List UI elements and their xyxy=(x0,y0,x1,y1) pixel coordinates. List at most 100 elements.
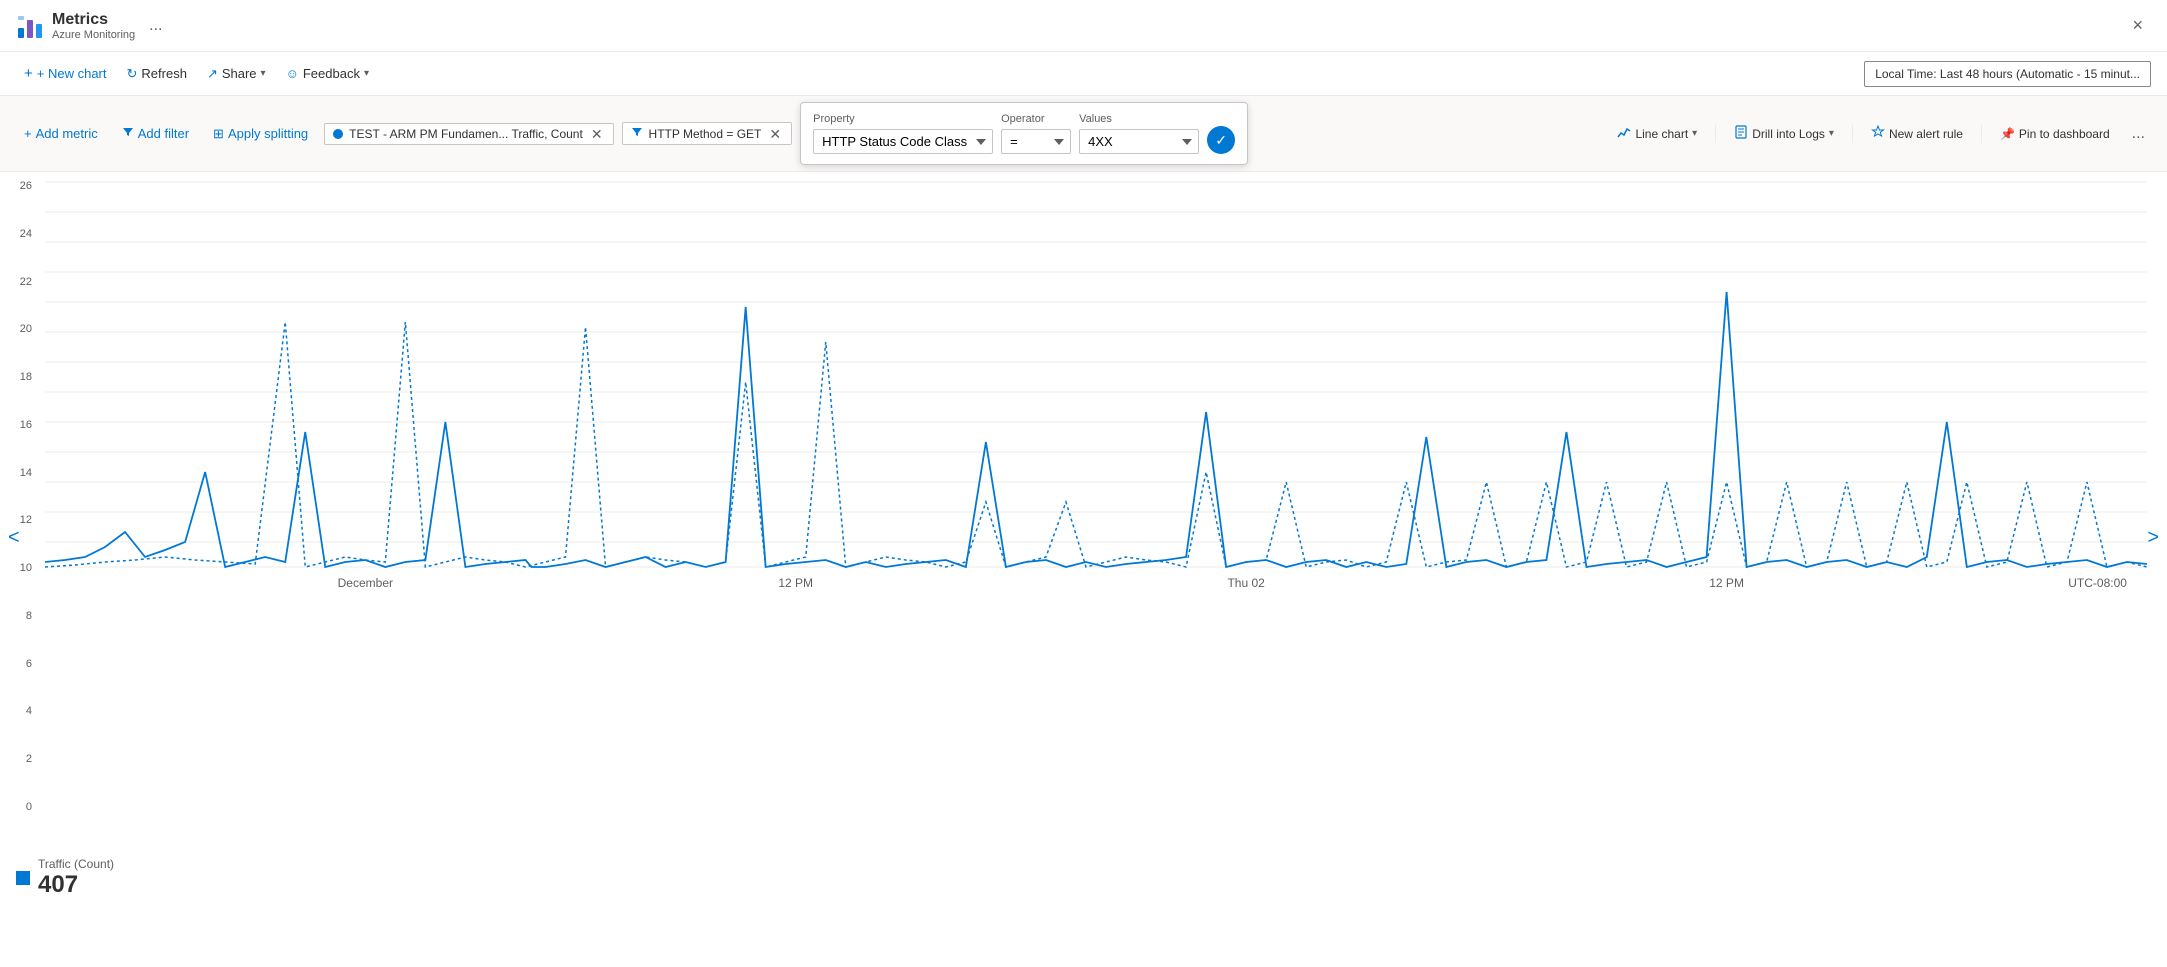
refresh-button[interactable]: ↻ Refresh xyxy=(119,62,195,86)
metrics-logo-icon xyxy=(16,12,44,40)
feedback-chevron-icon: ▾ xyxy=(364,68,369,79)
time-range-label: Local Time: Last 48 hours (Automatic - 1… xyxy=(1875,67,2140,81)
filter-tag-label: HTTP Method = GET xyxy=(649,127,762,141)
refresh-icon: ↻ xyxy=(127,66,138,82)
chart-wrapper: 26 24 22 20 18 16 14 12 10 8 6 4 2 0 xyxy=(0,172,2167,851)
filter-property-group: Property HTTP Status Code Class xyxy=(813,113,993,154)
metric-tag-close-button[interactable]: ✕ xyxy=(589,127,605,141)
y-label-26: 26 xyxy=(0,180,40,192)
app-logo xyxy=(16,12,44,40)
operator-select[interactable]: = xyxy=(1001,129,1071,154)
drill-logs-chevron-icon: ▾ xyxy=(1829,128,1834,139)
y-label-10: 10 xyxy=(0,562,40,574)
filter-tag-icon xyxy=(631,126,643,141)
legend-color-swatch xyxy=(16,871,30,885)
splitting-icon: ⊞ xyxy=(213,126,224,142)
filter-tag[interactable]: HTTP Method = GET ✕ xyxy=(622,122,793,145)
apply-splitting-button[interactable]: ⊞ Apply splitting xyxy=(205,122,316,146)
y-label-6: 6 xyxy=(0,658,40,670)
new-chart-icon: + xyxy=(24,65,33,82)
filter-popup: Property HTTP Status Code Class Operator… xyxy=(800,102,1248,165)
y-label-0: 0 xyxy=(0,801,40,813)
chart-controls: Line chart ▾ Drill into Logs ▾ New alert… xyxy=(1609,121,2151,146)
drill-into-logs-button[interactable]: Drill into Logs ▾ xyxy=(1726,121,1842,146)
main-toolbar: + + New chart ↻ Refresh ↗ Share ▾ ☺ Feed… xyxy=(0,52,2167,96)
y-label-2: 2 xyxy=(0,753,40,765)
pin-to-dashboard-button[interactable]: 📌 Pin to dashboard xyxy=(1992,123,2118,145)
feedback-label: Feedback xyxy=(303,66,360,81)
metric-tag-color-dot xyxy=(333,129,343,139)
close-button[interactable]: × xyxy=(2124,11,2151,40)
separator-2 xyxy=(1852,125,1853,143)
app-title: Metrics xyxy=(52,11,135,29)
filter-confirm-button[interactable]: ✓ xyxy=(1207,126,1235,154)
operator-label: Operator xyxy=(1001,113,1071,125)
new-alert-rule-icon xyxy=(1871,125,1885,142)
refresh-label: Refresh xyxy=(141,66,187,81)
line-chart-icon xyxy=(1617,125,1631,142)
feedback-icon: ☺ xyxy=(286,66,299,81)
new-alert-rule-label: New alert rule xyxy=(1889,127,1963,141)
metric-tag[interactable]: TEST - ARM PM Fundamen... Traffic, Count… xyxy=(324,123,613,145)
main-chart-area: < > 26 24 22 20 18 16 14 12 10 8 6 4 2 0 xyxy=(0,172,2167,903)
app-subtitle: Azure Monitoring xyxy=(52,29,135,41)
header-left: Metrics Azure Monitoring ... xyxy=(16,11,169,41)
x-label-12pm-1: 12 PM xyxy=(778,576,813,590)
toolbar-right: Local Time: Last 48 hours (Automatic - 1… xyxy=(1864,61,2151,87)
feedback-button[interactable]: ☺ Feedback ▾ xyxy=(278,62,377,85)
share-button[interactable]: ↗ Share ▾ xyxy=(199,62,274,86)
separator-1 xyxy=(1715,125,1716,143)
line-chart-label: Line chart xyxy=(1635,127,1688,141)
add-metric-icon: + xyxy=(24,126,32,141)
app-title-group: Metrics Azure Monitoring xyxy=(52,11,135,41)
chart-nav-left-button[interactable]: < xyxy=(0,518,28,557)
y-axis: 26 24 22 20 18 16 14 12 10 8 6 4 2 0 xyxy=(0,172,42,821)
x-label-december: December xyxy=(338,576,393,590)
y-label-24: 24 xyxy=(0,228,40,240)
legend-group: Traffic (Count) 407 xyxy=(38,857,114,899)
y-label-16: 16 xyxy=(0,419,40,431)
share-label: Share xyxy=(222,66,257,81)
metric-tag-label: TEST - ARM PM Fundamen... Traffic, Count xyxy=(349,127,583,141)
x-label-thu02: Thu 02 xyxy=(1227,576,1265,590)
header-more-button[interactable]: ... xyxy=(143,15,168,37)
header: Metrics Azure Monitoring ... × xyxy=(0,0,2167,52)
share-chevron-icon: ▾ xyxy=(261,68,266,79)
pin-to-dashboard-label: Pin to dashboard xyxy=(2019,127,2110,141)
add-metric-label: Add metric xyxy=(36,126,98,141)
chart-line-dotted xyxy=(45,322,2147,567)
legend-label: Traffic (Count) xyxy=(38,857,114,871)
y-label-8: 8 xyxy=(0,610,40,622)
add-filter-button[interactable]: Add filter xyxy=(114,122,197,145)
add-filter-icon xyxy=(122,126,134,141)
new-chart-label: + New chart xyxy=(37,66,107,81)
chart-svg: December 12 PM Thu 02 12 PM UTC-08:00 xyxy=(45,172,2147,592)
values-label: Values xyxy=(1079,113,1199,125)
filter-tag-close-button[interactable]: ✕ xyxy=(767,127,783,141)
y-label-4: 4 xyxy=(0,705,40,717)
y-label-22: 22 xyxy=(0,276,40,288)
y-label-18: 18 xyxy=(0,371,40,383)
chart-nav-right-button[interactable]: > xyxy=(2139,518,2167,557)
property-select[interactable]: HTTP Status Code Class xyxy=(813,129,993,154)
filter-values-group: Values 4XX xyxy=(1079,113,1199,154)
chart-line-solid xyxy=(45,292,2147,567)
chart-legend: Traffic (Count) 407 xyxy=(0,851,2167,903)
filter-operator-group: Operator = xyxy=(1001,113,1071,154)
y-label-20: 20 xyxy=(0,323,40,335)
property-label: Property xyxy=(813,113,993,125)
new-alert-rule-button[interactable]: New alert rule xyxy=(1863,121,1971,146)
new-chart-button[interactable]: + + New chart xyxy=(16,61,115,86)
add-filter-label: Add filter xyxy=(138,126,189,141)
drill-logs-icon xyxy=(1734,125,1748,142)
pin-icon: 📌 xyxy=(2000,127,2015,141)
chart-more-button[interactable]: ... xyxy=(2126,123,2151,145)
values-select[interactable]: 4XX xyxy=(1079,129,1199,154)
x-label-utc: UTC-08:00 xyxy=(2068,576,2127,590)
filter-bar: + Add metric Add filter ⊞ Apply splittin… xyxy=(0,96,2167,172)
y-label-14: 14 xyxy=(0,467,40,479)
time-range-button[interactable]: Local Time: Last 48 hours (Automatic - 1… xyxy=(1864,61,2151,87)
line-chart-button[interactable]: Line chart ▾ xyxy=(1609,121,1705,146)
add-metric-button[interactable]: + Add metric xyxy=(16,122,106,145)
drill-into-logs-label: Drill into Logs xyxy=(1752,127,1825,141)
